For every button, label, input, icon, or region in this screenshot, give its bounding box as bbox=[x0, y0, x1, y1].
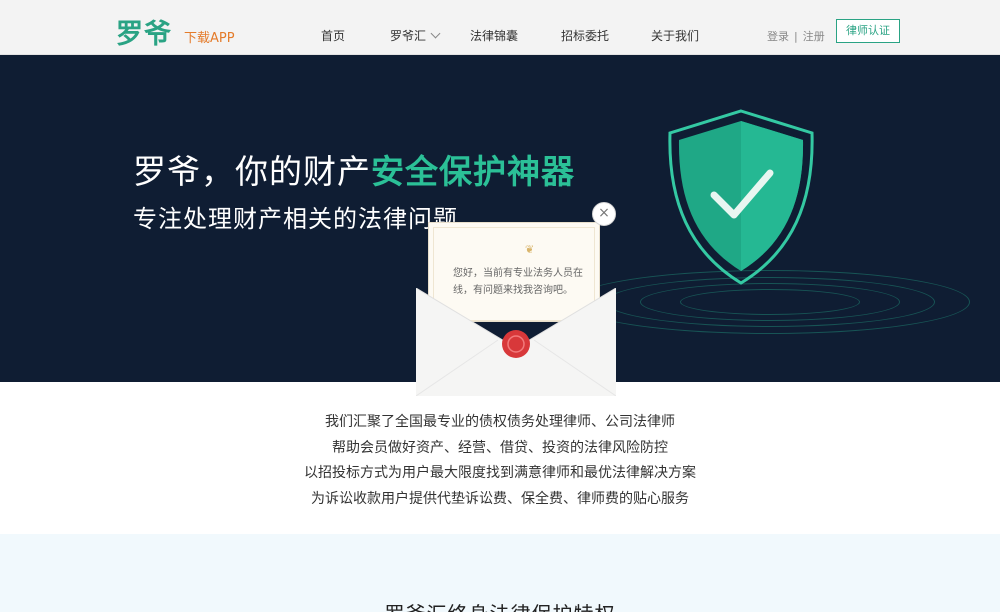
hero-subtitle: 专注处理财产相关的法律问题 bbox=[133, 205, 458, 233]
intro-line: 帮助会员做好资产、经营、借贷、投资的法律风险防控 bbox=[332, 439, 668, 456]
register-link[interactable]: 注册 bbox=[803, 30, 825, 43]
logo[interactable]: 罗爷 bbox=[116, 12, 172, 51]
page: 罗爷 下载APP 首页 罗爷汇 法律锦囊 招标委托 关于我们 登录 | 注册 律师认… bbox=[0, 0, 1000, 612]
intro-description: 我们汇聚了全国最专业的债权债务处理律师、公司法律师 帮助会员做好资产、经营、借贷… bbox=[0, 410, 1000, 512]
nav-luoyehui[interactable]: 罗爷汇 bbox=[390, 27, 441, 44]
ring-decoration bbox=[680, 289, 860, 315]
intro-line: 以招投标方式为用户最大限度找到满意律师和最优法律解决方案 bbox=[304, 465, 696, 481]
login-link[interactable]: 登录 bbox=[767, 30, 789, 43]
auth-links: 登录 | 注册 bbox=[767, 28, 830, 44]
intro-line: 我们汇聚了全国最专业的债权债务处理律师、公司法律师 bbox=[325, 414, 675, 430]
download-app-link[interactable]: 下载APP bbox=[184, 27, 235, 46]
envelope-icon bbox=[416, 288, 616, 396]
nav-about[interactable]: 关于我们 bbox=[651, 27, 699, 44]
nav-legal-tips[interactable]: 法律锦囊 bbox=[470, 27, 518, 44]
flower-icon: ❦ bbox=[525, 243, 535, 256]
shield-check-icon bbox=[668, 109, 814, 285]
top-header: 罗爷 下载APP 首页 罗爷汇 法律锦囊 招标委托 关于我们 登录 | 注册 律师认… bbox=[0, 0, 1000, 55]
hero-title-prefix: 罗爷，你的财产 bbox=[133, 152, 371, 191]
nav-bidding[interactable]: 招标委托 bbox=[561, 27, 609, 44]
chevron-down-icon bbox=[430, 28, 441, 39]
intro-line: 为诉讼收款用户提供代垫诉讼费、保全费、律师费的贴心服务 bbox=[311, 490, 689, 507]
lawyer-cert-button[interactable]: 律师认证 bbox=[836, 19, 900, 43]
nav-home[interactable]: 首页 bbox=[321, 27, 345, 44]
chat-popup[interactable]: ❦ 您好，当前有专业法务人员在线，有问题来找我咨询吧。 × bbox=[416, 202, 616, 396]
hero-title: 罗爷，你的财产安全保护神器 bbox=[133, 145, 575, 193]
section-title: 罗爷汇终身法律保护特权 bbox=[0, 598, 1000, 612]
auth-separator: | bbox=[794, 30, 798, 43]
nav-luoyehui-label: 罗爷汇 bbox=[390, 29, 427, 43]
popup-close-button[interactable]: × bbox=[592, 202, 616, 226]
hero-title-highlight: 安全保护神器 bbox=[371, 152, 575, 191]
